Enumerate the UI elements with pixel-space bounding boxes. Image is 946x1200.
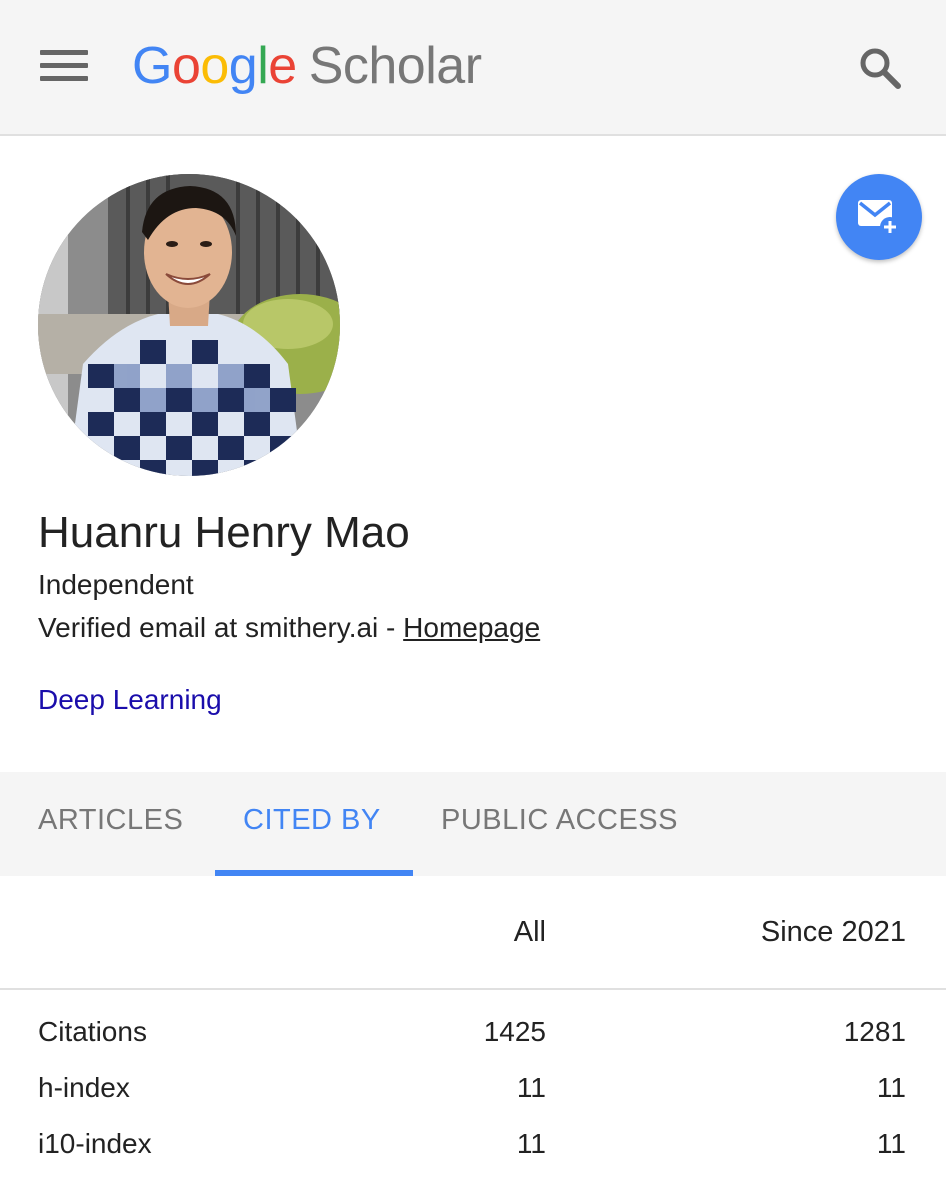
profile-photo <box>38 174 340 476</box>
stats-value-since: 11 <box>876 1072 906 1103</box>
stats-value-since: 11 <box>876 1128 906 1159</box>
email-add-icon <box>858 200 900 237</box>
logo-letter-1: G <box>132 37 172 95</box>
logo-letter-4: g <box>228 37 258 95</box>
search-icon[interactable] <box>856 44 904 92</box>
hamburger-menu-icon[interactable] <box>40 50 88 82</box>
logo-letter-2: o <box>171 37 201 95</box>
logo-letter-5: l <box>257 37 269 95</box>
stats-row-i10-index: i10-index 11 11 <box>0 1116 946 1172</box>
interest-link-deep-learning[interactable]: Deep Learning <box>38 681 222 719</box>
stats-row-label: i10-index <box>38 1128 152 1159</box>
stats-row-citations: Citations 1425 1281 <box>0 1004 946 1060</box>
follow-button[interactable] <box>836 174 922 260</box>
profile-affiliation: Independent <box>38 569 194 600</box>
tab-public-access[interactable]: PUBLIC ACCESS <box>441 772 678 876</box>
stats-row-label: h-index <box>38 1072 130 1103</box>
column-header-all: All <box>513 916 546 948</box>
stats-row-label: Citations <box>38 1016 147 1047</box>
homepage-link[interactable]: Homepage <box>403 612 540 643</box>
stats-value-all: 1425 <box>483 1016 546 1047</box>
stats-value-since: 1281 <box>843 1016 906 1047</box>
stats-table-header: All Since 2021 <box>0 876 946 988</box>
logo-scholar-text: Scholar <box>308 37 482 95</box>
verified-email-text: Verified email at smithery.ai - <box>38 612 404 643</box>
logo-letter-3: o <box>200 37 229 95</box>
app-bar: Google Scholar <box>0 0 946 136</box>
tab-cited-by[interactable]: CITED BY <box>243 772 381 876</box>
verified-email-line: Verified email at smithery.ai - Homepage <box>38 609 540 647</box>
stats-divider <box>0 988 946 990</box>
profile-tabs: ARTICLES CITED BY PUBLIC ACCESS <box>0 772 946 876</box>
tab-articles[interactable]: ARTICLES <box>38 772 183 876</box>
stats-row-h-index: h-index 11 11 <box>0 1060 946 1116</box>
profile-name: Huanru Henry Mao <box>38 508 410 557</box>
google-scholar-logo[interactable]: Google Scholar <box>132 32 482 100</box>
column-header-since-2021: Since 2021 <box>760 916 906 948</box>
stats-value-all: 11 <box>516 1072 546 1103</box>
logo-letter-6: e <box>268 37 297 95</box>
stats-value-all: 11 <box>516 1128 546 1159</box>
